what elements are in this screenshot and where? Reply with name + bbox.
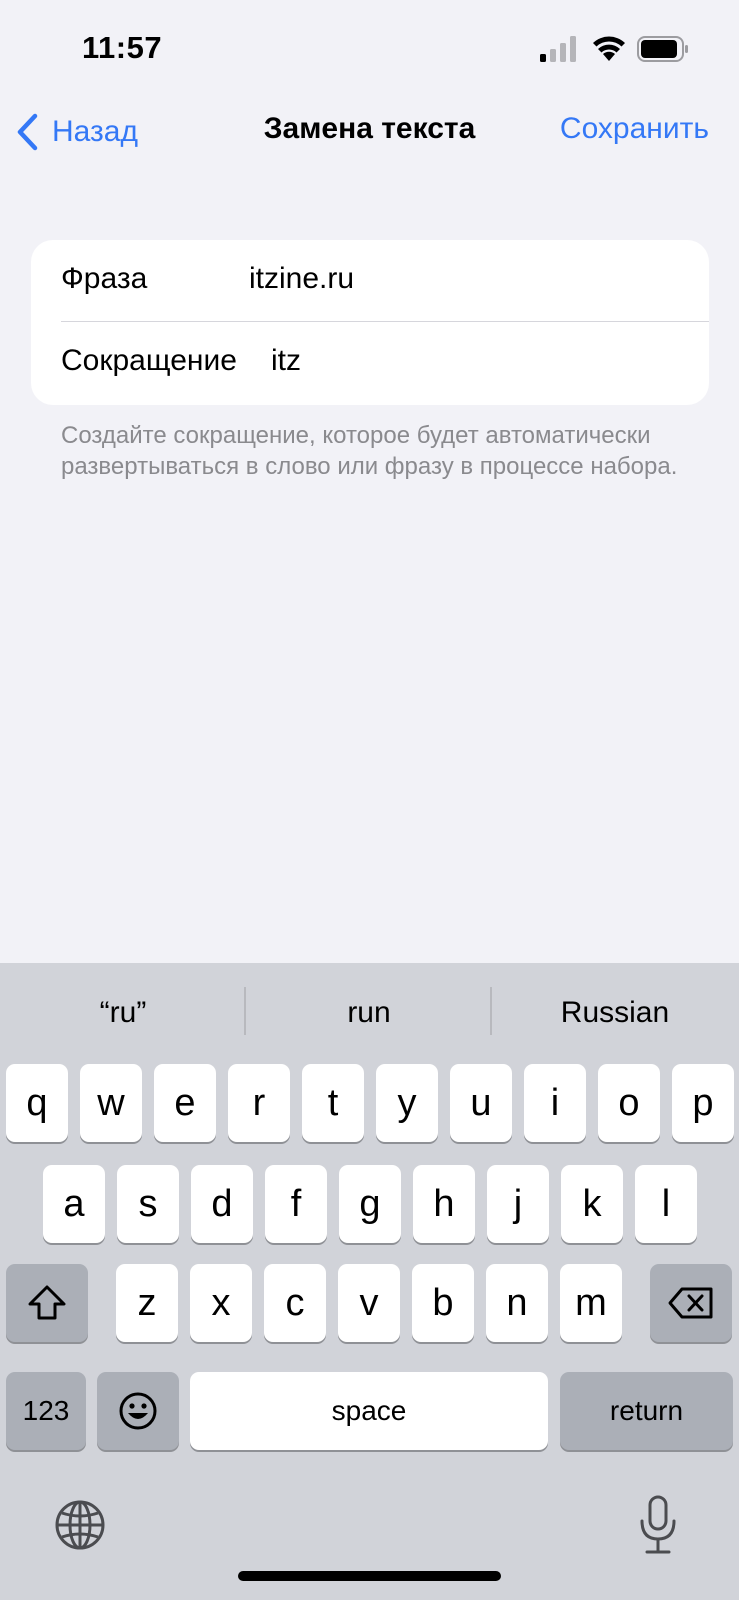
key-g[interactable]: g	[339, 1165, 401, 1243]
numbers-key[interactable]: 123	[6, 1372, 86, 1450]
emoji-key[interactable]	[97, 1372, 179, 1450]
phrase-field[interactable]: itzine.ru	[249, 262, 354, 296]
suggestion-item[interactable]: “ru”	[0, 963, 246, 1063]
navigation-bar: Назад Замена текста Сохранить	[0, 100, 739, 164]
key-l[interactable]: l	[635, 1165, 697, 1243]
key-d[interactable]: d	[191, 1165, 253, 1243]
shortcut-field[interactable]: itz	[271, 344, 301, 378]
cellular-signal-icon	[540, 36, 576, 62]
battery-icon	[637, 36, 688, 62]
shortcut-label: Сокращение	[61, 344, 237, 377]
key-e[interactable]: e	[154, 1064, 216, 1142]
key-p[interactable]: p	[672, 1064, 734, 1142]
key-f[interactable]: f	[265, 1165, 327, 1243]
globe-button[interactable]	[54, 1499, 106, 1551]
key-n[interactable]: n	[486, 1264, 548, 1342]
phrase-row[interactable]: Фраза itzine.ru	[31, 240, 709, 322]
keyboard: “ru” run Russian qwertyuiop asdfghjkl zxcv…	[0, 963, 739, 1600]
return-key[interactable]: return	[560, 1372, 733, 1450]
globe-icon	[55, 1500, 105, 1550]
key-r[interactable]: r	[228, 1064, 290, 1142]
status-bar: 11:57	[0, 0, 739, 100]
key-s[interactable]: s	[117, 1165, 179, 1243]
hint-text: Создайте сокращение, которое будет автом…	[61, 422, 678, 480]
key-a[interactable]: a	[43, 1165, 105, 1243]
key-b[interactable]: b	[412, 1264, 474, 1342]
key-j[interactable]: j	[487, 1165, 549, 1243]
key-w[interactable]: w	[80, 1064, 142, 1142]
dictation-button[interactable]	[638, 1495, 678, 1555]
save-button[interactable]: Сохранить	[560, 112, 709, 146]
key-v[interactable]: v	[338, 1264, 400, 1342]
suggestion-bar: “ru” run Russian	[0, 963, 739, 1063]
text-replacement-form: Фраза itzine.ru Сокращение itz	[31, 240, 709, 405]
shift-icon	[28, 1285, 66, 1320]
key-h[interactable]: h	[413, 1165, 475, 1243]
emoji-icon	[119, 1392, 157, 1430]
key-m[interactable]: m	[560, 1264, 622, 1342]
space-key[interactable]: space	[190, 1372, 548, 1450]
key-q[interactable]: q	[6, 1064, 68, 1142]
shift-key[interactable]	[6, 1264, 88, 1342]
delete-key[interactable]	[650, 1264, 732, 1342]
key-x[interactable]: x	[190, 1264, 252, 1342]
suggestion-item[interactable]: run	[246, 963, 492, 1063]
backspace-icon	[668, 1287, 713, 1319]
key-z[interactable]: z	[116, 1264, 178, 1342]
microphone-icon	[640, 1495, 676, 1554]
key-o[interactable]: o	[598, 1064, 660, 1142]
shortcut-row[interactable]: Сокращение itz	[31, 322, 709, 404]
wifi-icon	[593, 36, 625, 61]
suggestion-item[interactable]: Russian	[492, 963, 738, 1063]
key-k[interactable]: k	[561, 1165, 623, 1243]
key-c[interactable]: c	[264, 1264, 326, 1342]
status-time: 11:57	[82, 30, 163, 65]
key-t[interactable]: t	[302, 1064, 364, 1142]
home-indicator	[238, 1571, 501, 1581]
key-i[interactable]: i	[524, 1064, 586, 1142]
key-u[interactable]: u	[450, 1064, 512, 1142]
phrase-label: Фраза	[61, 262, 148, 295]
key-y[interactable]: y	[376, 1064, 438, 1142]
